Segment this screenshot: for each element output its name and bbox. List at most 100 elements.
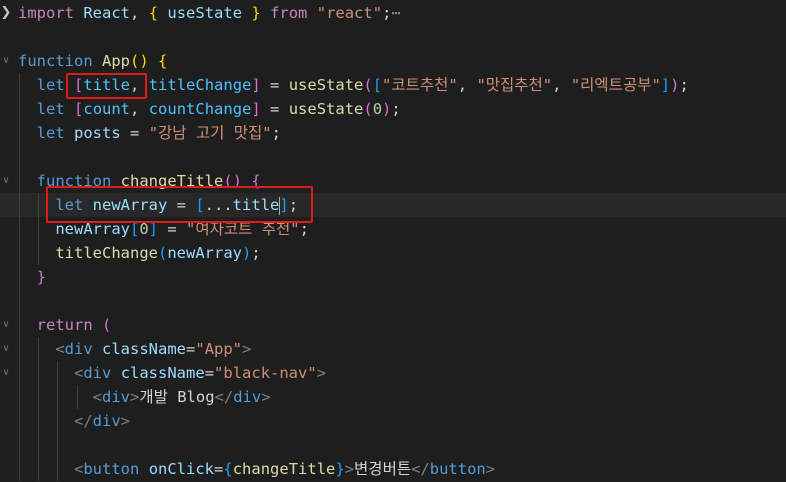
code-line[interactable]: ∨ <div className="App">: [0, 337, 786, 361]
code-token: button: [83, 460, 140, 478]
code-token: newArray: [167, 244, 242, 262]
code-token: </: [411, 460, 430, 478]
code-token: (: [102, 316, 112, 334]
code-token: 0: [372, 100, 383, 118]
code-token: =: [260, 100, 289, 118]
indent-guide: [38, 433, 40, 457]
code-token: div: [233, 388, 262, 406]
code-token: (: [363, 100, 373, 118]
code-token: <: [92, 388, 102, 406]
chevron-down-icon[interactable]: ∨: [0, 313, 12, 337]
code-token: useState: [288, 76, 364, 94]
code-token: onClick: [148, 460, 215, 478]
code-text: import React, { useState } from "react";…: [18, 1, 401, 25]
code-token: "black-nav": [214, 364, 317, 382]
code-token: (: [157, 244, 168, 262]
chevron-right-icon[interactable]: ❯: [0, 1, 12, 25]
code-token: "코트추천": [382, 76, 458, 94]
code-token: from: [270, 4, 308, 22]
code-token: ;: [679, 76, 689, 94]
code-token: =: [120, 124, 149, 142]
code-token: >: [242, 340, 252, 358]
code-text: function App() {: [18, 49, 167, 73]
code-token: function: [18, 52, 93, 70]
indent-guide: [19, 145, 20, 169]
indent-guide: [19, 433, 20, 457]
code-line[interactable]: </div>: [0, 409, 786, 433]
chevron-down-icon[interactable]: ∨: [0, 337, 12, 361]
code-token: "App": [195, 340, 243, 358]
code-token: ]: [660, 76, 671, 94]
code-line[interactable]: <button onClick={changeTitle}>변경버튼</butt…: [0, 457, 786, 481]
code-token: ;: [391, 100, 401, 118]
code-token: titleChange: [55, 244, 158, 262]
code-editor[interactable]: ❯ import React, { useState } from "react"…: [0, 0, 786, 482]
code-line[interactable]: ∨ return (: [0, 313, 786, 337]
indent-guide: [57, 433, 59, 457]
code-token: <: [74, 364, 84, 382]
code-token: ): [382, 100, 392, 118]
code-line[interactable]: let [count, countChange] = useState(0);: [0, 97, 786, 121]
code-token: 개발 Blog: [139, 388, 215, 406]
code-token: "맛집추천": [476, 76, 553, 94]
code-token: className: [102, 340, 187, 358]
code-line[interactable]: ∨ <div className="black-nav">: [0, 361, 786, 385]
code-token: ;: [271, 124, 281, 142]
code-line[interactable]: ∨ function App() {: [0, 49, 786, 73]
code-token: className: [120, 364, 205, 382]
code-line[interactable]: let posts = "강남 고기 맛집";: [0, 121, 786, 145]
code-line[interactable]: [0, 145, 786, 169]
code-token: >: [261, 388, 271, 406]
code-token: (): [130, 52, 149, 70]
highlight-box-title: [66, 73, 147, 99]
code-token: let: [36, 124, 65, 142]
code-line[interactable]: [0, 289, 786, 313]
code-token: =: [186, 340, 196, 358]
code-token: "강남 고기 맛집": [148, 124, 272, 142]
chevron-down-icon[interactable]: ∨: [0, 361, 12, 385]
highlight-box-newarray: [46, 186, 313, 223]
code-token: useState: [288, 100, 364, 118]
code-token: =: [204, 364, 215, 382]
code-token: =: [214, 460, 224, 478]
code-text: titleChange(newArray);: [18, 241, 260, 265]
code-line[interactable]: }: [0, 265, 786, 289]
code-token: "리엑트공부": [570, 76, 661, 94]
code-line[interactable]: [0, 433, 786, 457]
code-token: [: [372, 76, 383, 94]
code-token: ]: [251, 100, 261, 118]
chevron-down-icon[interactable]: ∨: [0, 169, 12, 193]
code-token: <: [74, 460, 84, 478]
code-token: ,: [457, 76, 477, 94]
code-token: ]: [251, 76, 261, 94]
code-token: changeTitle: [232, 460, 336, 478]
code-line[interactable]: <div>개발 Blog</div>: [0, 385, 786, 409]
chevron-down-icon[interactable]: ∨: [0, 49, 12, 73]
code-token: >: [120, 412, 131, 430]
code-line[interactable]: ❯ import React, { useState } from "react"…: [0, 1, 786, 25]
code-token: }: [251, 4, 261, 22]
code-line[interactable]: [0, 25, 786, 49]
code-token: </: [74, 412, 93, 430]
code-text: <div className="black-nav">: [18, 361, 326, 385]
code-line[interactable]: titleChange(newArray);: [0, 241, 786, 265]
code-token: useState: [167, 4, 243, 22]
